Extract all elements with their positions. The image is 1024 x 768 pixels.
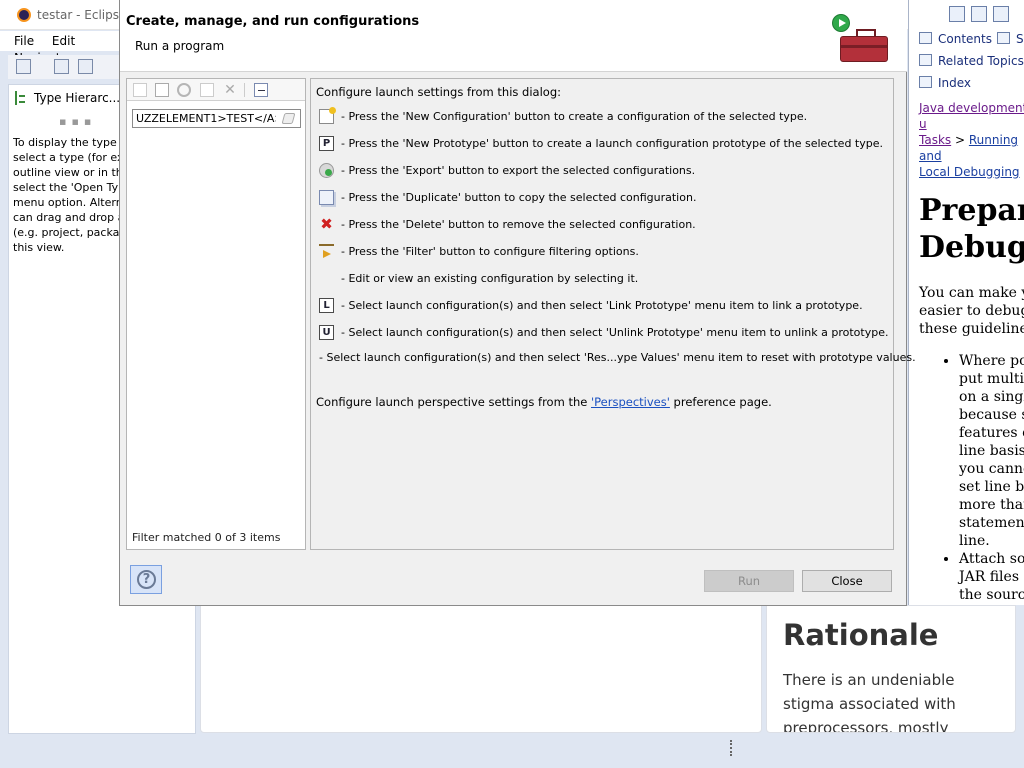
contents-icon [919, 32, 932, 44]
status-grip-icon[interactable] [730, 740, 733, 756]
list-item: Where pos put multip on a single because… [959, 352, 1024, 550]
help-button[interactable]: ? [130, 565, 162, 594]
export-icon[interactable] [177, 83, 191, 97]
help-view: Contents Se Related Topics Index Java de… [908, 0, 1024, 605]
run-button[interactable]: Run [704, 570, 794, 592]
perspectives-link[interactable]: 'Perspectives' [591, 395, 670, 409]
article-panel: Rationale There is an undeniable stigma … [766, 605, 1016, 733]
clear-filter-icon[interactable] [281, 113, 296, 124]
tab-type-hierarchy[interactable]: Type Hierarc... [9, 85, 121, 111]
collapse-all-icon[interactable] [254, 83, 268, 97]
perspectives-note: Configure launch perspective settings fr… [316, 395, 772, 409]
type-hierarchy-help-text: To display the type h select a type (for… [13, 136, 121, 254]
dialog-title: Create, manage, and run configurations [126, 14, 420, 29]
crumb-java-development[interactable]: Java development u [919, 101, 1024, 131]
close-button[interactable]: Close [802, 570, 892, 592]
help-related-topics-link[interactable]: Related Topics [919, 54, 1024, 68]
help-paragraph: You can make y easier to debug b these g… [919, 285, 1024, 337]
breadcrumb: Java development u Tasks > Running and L… [919, 100, 1024, 180]
related-topics-icon [919, 54, 932, 66]
instructions-pane: Configure launch settings from this dial… [310, 78, 916, 550]
help-search-link[interactable]: Se [997, 32, 1024, 46]
toolbar-separator [244, 83, 245, 97]
filter-input[interactable] [136, 111, 276, 126]
crumb-tasks[interactable]: Tasks [919, 133, 951, 147]
link-prototype-icon: L [319, 298, 334, 313]
help-search-scope-icon[interactable] [949, 6, 965, 22]
help-index-link[interactable]: Index [919, 76, 971, 90]
main-toolbar [8, 55, 128, 79]
save-all-icon[interactable] [78, 59, 93, 74]
export-icon [319, 163, 334, 178]
help-heading: Prepari Debug [919, 193, 1024, 265]
save-icon[interactable] [54, 59, 69, 74]
help-guidelines-list: Where pos put multip on a single because… [947, 352, 1024, 604]
menu-bar: File Edit Navigat [0, 31, 130, 65]
crumb-separator: > [954, 133, 966, 147]
list-item: Attach sou JAR files i the source [959, 550, 1024, 604]
filter-icon [319, 244, 334, 259]
toolbox-icon [840, 29, 888, 62]
launch-configurations-dialog: Create, manage, and run configurations R… [119, 0, 916, 606]
delete-icon: ✖ [320, 215, 333, 233]
menu-edit[interactable]: Edit [52, 31, 75, 48]
article-heading: Rationale [783, 618, 939, 652]
configuration-tree-pane: ✕ Filter matched 0 of 3 items [126, 78, 306, 550]
dialog-subtitle: Run a program [135, 39, 225, 53]
delete-icon[interactable]: ✕ [223, 83, 237, 97]
help-sync-icon[interactable] [971, 6, 987, 22]
run-play-icon [832, 14, 850, 32]
duplicate-icon [319, 190, 334, 205]
search-icon [997, 32, 1010, 44]
help-toolbar [947, 6, 1024, 24]
instruction-reset-prototype: - Select launch configuration(s) and the… [319, 351, 916, 364]
help-print-icon[interactable] [993, 6, 1009, 22]
help-contents-link[interactable]: Contents [919, 32, 992, 46]
dialog-header: Create, manage, and run configurations R… [120, 0, 907, 72]
new-wizard-icon[interactable] [16, 59, 31, 74]
unlink-prototype-icon: U [319, 325, 334, 340]
configuration-toolbar: ✕ [127, 79, 305, 101]
new-config-icon [319, 107, 336, 124]
help-topic-content: Java development u Tasks > Running and L… [919, 100, 1024, 604]
tab-label: Type Hierarc... [34, 91, 121, 105]
filter-status: Filter matched 0 of 3 items [132, 531, 281, 544]
status-bar [8, 736, 1016, 760]
crumb-local-debugging[interactable]: Local Debugging [919, 165, 1020, 179]
duplicate-icon[interactable] [200, 83, 214, 97]
eclipse-logo-icon [17, 8, 31, 22]
editor-area [200, 605, 762, 733]
menu-file[interactable]: File [14, 31, 34, 48]
new-prototype-icon[interactable] [155, 83, 169, 97]
new-configuration-icon[interactable] [133, 83, 147, 97]
hierarchy-icon [15, 91, 25, 105]
index-icon [919, 76, 932, 88]
hierarchy-toolbar[interactable]: ▪▪▪ [59, 115, 119, 131]
new-prototype-icon: P [319, 136, 334, 151]
article-body: There is an undeniable stigma associated… [783, 671, 956, 733]
instructions-intro: Configure launch settings from this dial… [316, 85, 561, 99]
help-question-icon: ? [137, 570, 156, 589]
filter-box [132, 109, 301, 128]
toolbox-run-icon [832, 14, 890, 64]
